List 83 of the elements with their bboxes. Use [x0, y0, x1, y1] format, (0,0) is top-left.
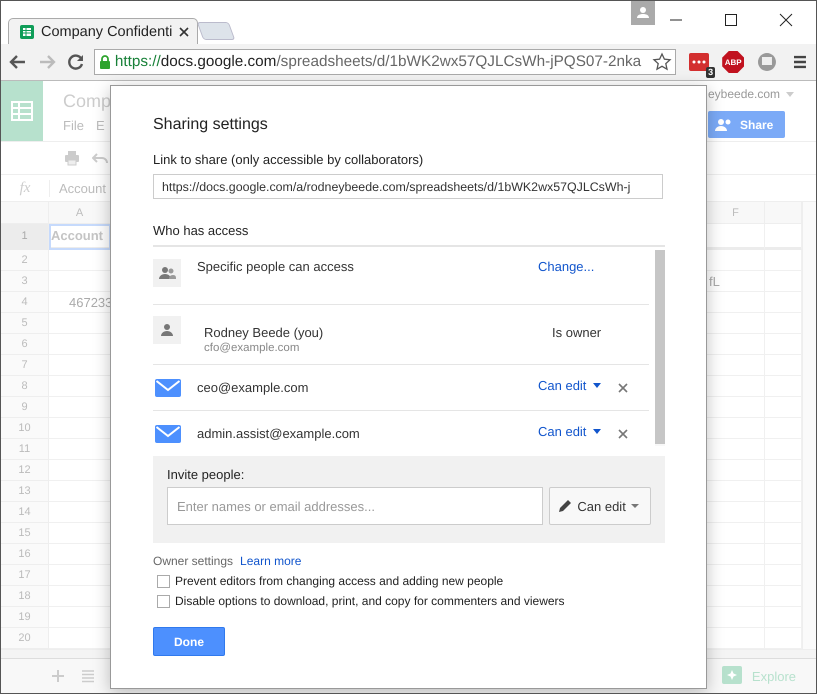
row-number[interactable]: 11 — [1, 439, 49, 460]
lock-icon — [98, 54, 111, 70]
person-email: ceo@example.com — [197, 380, 310, 395]
menu-item[interactable]: File — [63, 118, 84, 133]
role-label: Is owner — [552, 325, 602, 340]
checkbox[interactable] — [157, 574, 170, 588]
person-email: admin.assist@example.com — [197, 426, 361, 441]
sheet-list-icon[interactable] — [81, 669, 95, 683]
row-number[interactable]: 2 — [1, 250, 49, 271]
adblock-button[interactable]: ABP — [722, 51, 744, 73]
pencil-icon — [558, 499, 572, 513]
envelope-icon — [155, 424, 181, 442]
owner-settings-label: Owner settings — [153, 554, 234, 568]
column-header[interactable]: A — [49, 202, 111, 224]
star-icon[interactable] — [652, 52, 672, 72]
column-header[interactable]: F — [707, 202, 765, 224]
explore-button[interactable]: Explore — [716, 665, 802, 687]
row-number[interactable]: 7 — [1, 355, 49, 376]
link-label: Link to share (only accessible by collaborators) — [153, 152, 424, 167]
access-level: Specific people can access — [197, 259, 355, 274]
done-button[interactable]: Done — [153, 627, 225, 656]
address-bar[interactable]: https://docs.google.com/spreadsheets/d/1bWK2wx57QJLCsWh-jPQS07-2nka — [94, 49, 676, 75]
row-number[interactable]: 12 — [1, 460, 49, 481]
add-sheet-icon[interactable] — [51, 669, 65, 683]
person-email: cfo@example.com — [204, 342, 300, 354]
scrollbar-track[interactable] — [802, 202, 816, 649]
row-number[interactable]: 8 — [1, 376, 49, 397]
sparkle-icon — [722, 666, 742, 686]
browser-tab[interactable]: Company Confidenti — [8, 18, 198, 44]
notification-badge: 3 — [706, 67, 716, 78]
invite-input-field[interactable]: Enter names or email addresses... — [167, 487, 544, 525]
dialog-title: Sharing settings — [153, 116, 268, 134]
change-link[interactable]: Change... — [538, 259, 594, 274]
row-number[interactable]: 18 — [1, 586, 49, 607]
invite-label: Invite people: — [167, 467, 246, 482]
share-button[interactable]: Share — [708, 111, 786, 138]
person-name: Rodney Beede (you) — [204, 325, 324, 340]
profile-icon[interactable] — [631, 1, 655, 25]
row-number[interactable]: 19 — [1, 607, 49, 628]
forward-arrow-icon[interactable] — [38, 53, 56, 71]
scrollbar-thumb[interactable] — [655, 250, 665, 444]
menu-item[interactable]: E — [96, 118, 105, 133]
link-field[interactable]: https://docs.google.com/a/rodneybeede.com/spreadsheets/d/1bWK2wx57QJLCsWh-j — [153, 174, 663, 199]
maximize-icon[interactable] — [724, 13, 738, 27]
spreadsheet-icon — [19, 24, 35, 40]
row-number[interactable]: 9 — [1, 397, 49, 418]
sheets-logo-icon[interactable] — [1, 81, 43, 141]
printer-icon[interactable] — [64, 150, 80, 166]
permission-dropdown[interactable]: Can edit — [549, 487, 651, 525]
row-number[interactable]: 16 — [1, 544, 49, 565]
row-number[interactable]: 17 — [1, 565, 49, 586]
extension-icon[interactable] — [688, 51, 710, 73]
learn-more-link[interactable]: Learn more — [240, 554, 302, 568]
account-name[interactable]: eybeede.com — [708, 87, 794, 101]
row-number[interactable]: 13 — [1, 481, 49, 502]
permission-dropdown[interactable]: Can edit — [538, 424, 608, 439]
checkbox[interactable] — [157, 594, 170, 608]
people-icon — [153, 259, 181, 287]
reload-icon[interactable] — [66, 53, 85, 71]
permission-dropdown[interactable]: Can edit — [538, 378, 608, 393]
row-number[interactable]: 15 — [1, 523, 49, 544]
remove-icon[interactable] — [618, 428, 628, 438]
person-icon — [153, 316, 181, 344]
new-tab-button[interactable] — [196, 22, 236, 40]
row-number[interactable]: 4 — [1, 292, 49, 313]
menu-icon[interactable] — [792, 54, 808, 70]
select-all-corner[interactable] — [1, 202, 49, 224]
row-number[interactable]: 1 — [1, 224, 49, 250]
row-number[interactable]: 6 — [1, 334, 49, 355]
back-arrow-icon[interactable] — [9, 53, 27, 71]
row-number[interactable]: 10 — [1, 418, 49, 439]
row-number[interactable]: 14 — [1, 502, 49, 523]
checkbox-label: Disable options to download, print, and copy for commenters and viewers — [175, 594, 565, 608]
row-number[interactable]: 5 — [1, 313, 49, 334]
envelope-icon — [155, 378, 181, 396]
checkbox-label: Prevent editors from changing access and adding new people — [175, 574, 504, 588]
close-icon[interactable] — [179, 26, 189, 36]
close-icon[interactable] — [779, 13, 793, 27]
formula-input[interactable]: Account — [50, 180, 106, 196]
section-heading: Who has access — [153, 223, 665, 247]
row-number[interactable]: 20 — [1, 628, 49, 649]
row-number[interactable]: 3 — [1, 271, 49, 292]
remove-icon[interactable] — [618, 382, 628, 392]
